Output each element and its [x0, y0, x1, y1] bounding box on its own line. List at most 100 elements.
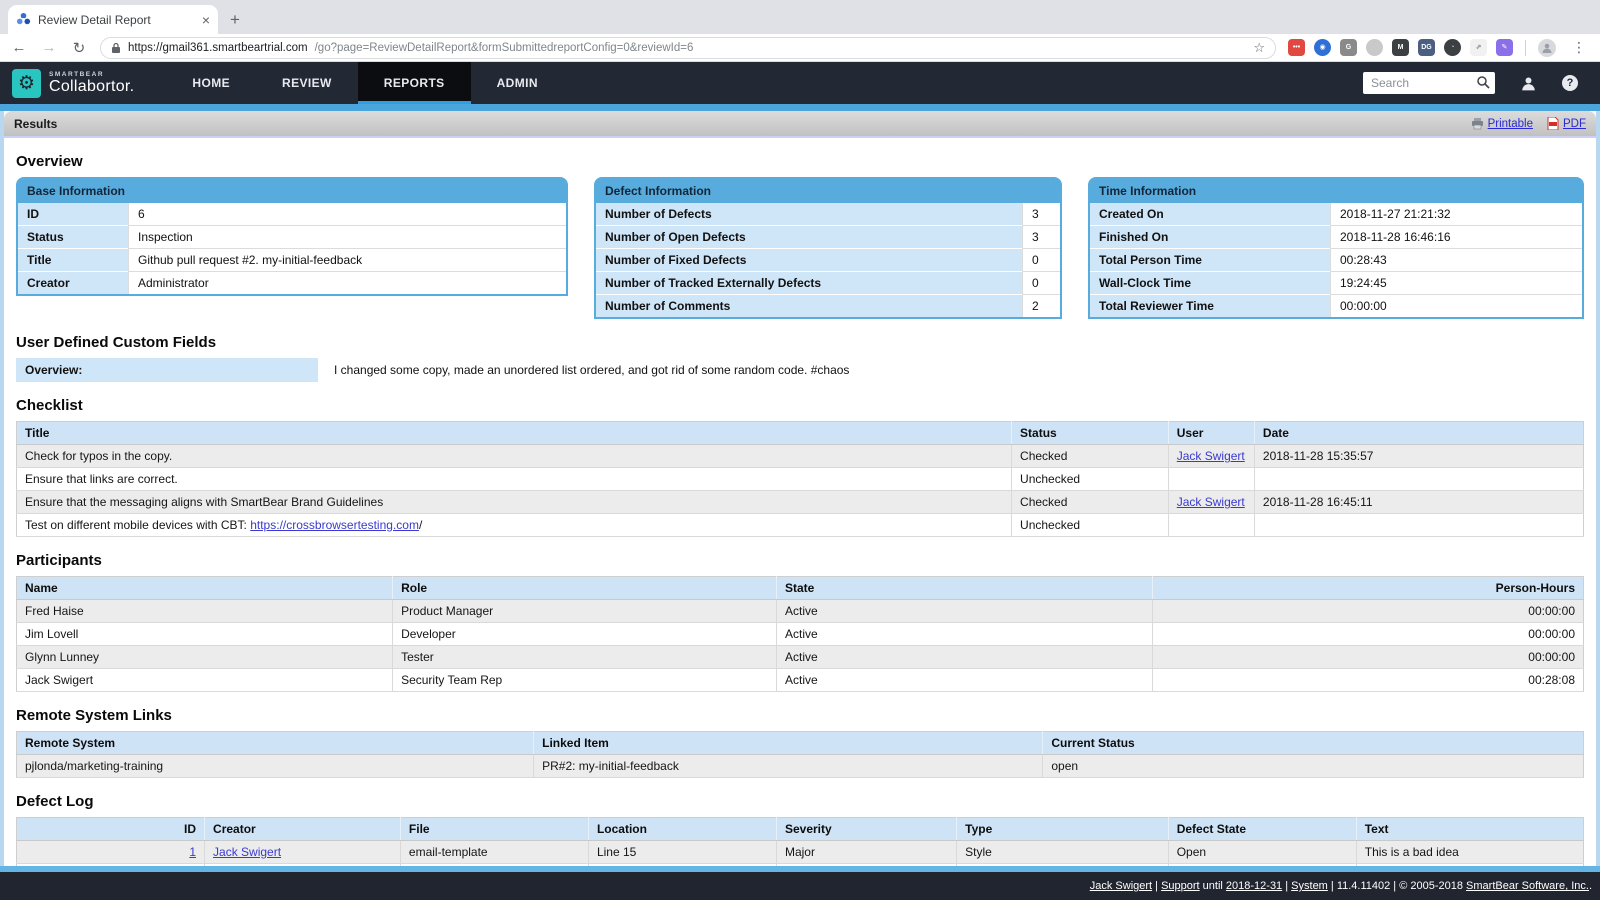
cell-status: Checked [1012, 491, 1169, 514]
pdf-icon [1547, 117, 1559, 130]
info-value: 2018-11-28 16:46:16 [1330, 226, 1582, 249]
footer-text: | 11.4.11402 | © 2005-2018 [1328, 880, 1466, 892]
defect-log-table: IDCreatorFileLocationSeverityTypeDefect … [16, 817, 1584, 866]
nav-item-home[interactable]: HOME [166, 62, 256, 104]
cell-title: Test on different mobile devices with CB… [17, 514, 1012, 537]
browser-menu-icon[interactable]: ⋮ [1568, 39, 1590, 56]
dg-extension-icon[interactable]: DG [1418, 39, 1435, 56]
accent-strip [0, 104, 1600, 111]
cell-status: Checked [1012, 445, 1169, 468]
nav-item-reports[interactable]: REPORTS [358, 62, 471, 104]
remote-system-links-table: Remote SystemLinked ItemCurrent Statuspj… [16, 731, 1584, 778]
cell-hours: 00:00:00 [1153, 600, 1584, 623]
cell-text: This is a bad idea [1356, 841, 1583, 864]
bookmark-star-icon[interactable]: ☆ [1253, 40, 1265, 56]
custom-field-value: I changed some copy, made an unordered l… [318, 358, 865, 382]
back-icon[interactable]: ← [10, 39, 28, 56]
column-header-state: State [776, 577, 1152, 600]
printable-link[interactable]: Printable [1471, 118, 1533, 130]
printable-label: Printable [1488, 118, 1533, 130]
info-value: 3 [1022, 203, 1060, 226]
pdf-link[interactable]: PDF [1547, 117, 1586, 130]
pdf-label: PDF [1563, 118, 1586, 130]
remote-links-heading: Remote System Links [16, 707, 1584, 724]
custom-field-label: Overview: [16, 358, 318, 382]
info-row: Total Person Time00:28:43 [1090, 249, 1582, 272]
tab-title: Review Detail Report [38, 13, 195, 27]
printer-icon [1471, 118, 1484, 130]
gray-circle-extension-icon[interactable] [1366, 39, 1383, 56]
column-header-item: Linked Item [534, 732, 1043, 755]
info-label: Title [18, 249, 128, 272]
nav-item-admin[interactable]: ADMIN [471, 62, 564, 104]
creator-link[interactable]: Jack Swigert [213, 845, 281, 859]
url-host: https://gmail361.smartbeartrial.com [128, 42, 308, 54]
cell-name: Glynn Lunney [17, 646, 393, 669]
info-row: Wall-Clock Time19:24:45 [1090, 272, 1582, 295]
cell-status: open [1043, 755, 1584, 778]
cell-role: Product Manager [393, 600, 777, 623]
participants-heading: Participants [16, 552, 1584, 569]
custom-fields-heading: User Defined Custom Fields [16, 334, 1584, 351]
page-frame: Results Printable PDF Overview [0, 111, 1600, 866]
info-value: 2018-11-27 21:21:32 [1330, 203, 1582, 226]
brand-text: SMARTBEAR Collabortor. [49, 71, 134, 96]
cell-state: Active [776, 646, 1152, 669]
column-header-name: Name [17, 577, 393, 600]
url-bar[interactable]: https://gmail361.smartbeartrial.com/go?p… [100, 37, 1276, 59]
cell-severity: Major [776, 841, 956, 864]
search-icon[interactable] [1476, 75, 1490, 89]
arrow-extension-icon[interactable]: ⇗ [1470, 39, 1487, 56]
overview-tables: Base Information ID6StatusInspectionTitl… [16, 177, 1584, 319]
report-content: Overview Base Information ID6StatusInspe… [4, 138, 1596, 866]
column-header-user: User [1168, 422, 1254, 445]
browser-tab[interactable]: Review Detail Report × [8, 5, 218, 34]
pencil-extension-icon[interactable]: ✎ [1496, 39, 1513, 56]
dark-circle-extension-icon[interactable]: ◔ [1444, 39, 1461, 56]
info-row: Number of Fixed Defects0 [596, 249, 1060, 272]
brand-logo[interactable]: ⚙ SMARTBEAR Collabortor. [0, 69, 148, 98]
help-button[interactable]: ? [1562, 75, 1578, 91]
collaborator-extension-icon[interactable]: ◉ [1314, 39, 1331, 56]
column-header-severity: Severity [776, 818, 956, 841]
footer-link[interactable]: Jack Swigert [1090, 880, 1152, 892]
footer-link[interactable]: 2018-12-31 [1226, 880, 1282, 892]
results-title: Results [14, 117, 57, 131]
cell-date [1254, 514, 1583, 537]
user-link[interactable]: Jack Swigert [1177, 495, 1245, 509]
defect-info-title: Defect Information [596, 179, 1060, 203]
browser-profile-avatar[interactable] [1538, 39, 1556, 57]
column-header-title: Title [17, 422, 1012, 445]
m-extension-icon[interactable]: M [1392, 39, 1409, 56]
tab-favicon [16, 12, 31, 27]
cell-title: Ensure that the messaging aligns with Sm… [17, 491, 1012, 514]
info-label: Created On [1090, 203, 1330, 226]
reload-icon[interactable]: ↻ [70, 39, 88, 57]
time-information-table: Time Information Created On2018-11-27 21… [1088, 177, 1584, 319]
id-link[interactable]: 1 [189, 845, 196, 859]
red-extension-icon[interactable]: ••• [1288, 39, 1305, 56]
tab-close-icon[interactable]: × [202, 12, 210, 28]
nav-item-review[interactable]: REVIEW [256, 62, 358, 104]
cell-title: Ensure that links are correct. [17, 468, 1012, 491]
info-value: 00:00:00 [1330, 295, 1582, 317]
cell-state: Active [776, 669, 1152, 692]
footer-link[interactable]: Support [1161, 880, 1200, 892]
info-label: ID [18, 203, 128, 226]
column-header-id: ID [17, 818, 205, 841]
footer-link[interactable]: SmartBear Software, Inc. [1466, 880, 1589, 892]
info-row: Number of Tracked Externally Defects0 [596, 272, 1060, 295]
table-row: Fred HaiseProduct ManagerActive00:00:00 [17, 600, 1584, 623]
search-wrap [1363, 72, 1495, 94]
user-account-button[interactable] [1521, 76, 1536, 91]
footer-link[interactable]: System [1291, 880, 1328, 892]
new-tab-button[interactable]: + [230, 10, 240, 30]
title-link[interactable]: https://crossbrowsertesting.com [250, 518, 419, 532]
cell-date: 2018-11-28 15:35:57 [1254, 445, 1583, 468]
info-row: TitleGithub pull request #2. my-initial-… [18, 249, 566, 272]
forward-icon[interactable]: → [40, 39, 58, 56]
g-extension-icon[interactable]: G [1340, 39, 1357, 56]
table-row: Glynn LunneyTesterActive00:00:00 [17, 646, 1584, 669]
cell-id: 1 [17, 841, 205, 864]
user-link[interactable]: Jack Swigert [1177, 449, 1245, 463]
